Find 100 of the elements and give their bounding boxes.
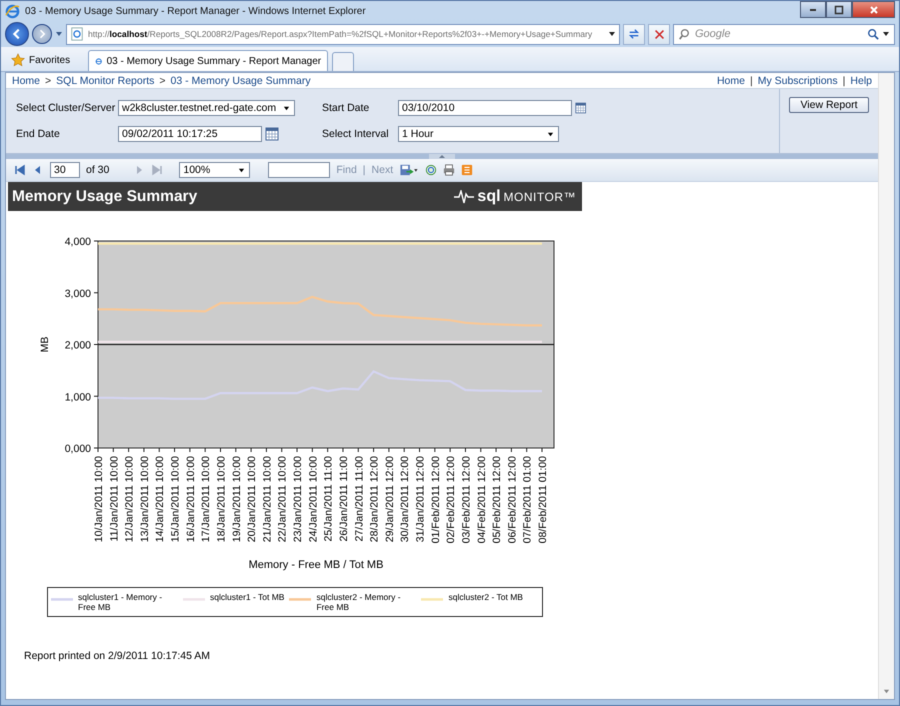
x-tick-label: 13/Jan/2011 10:00: [138, 456, 151, 542]
breadcrumb-link[interactable]: Home: [12, 74, 40, 86]
link-separator: |: [842, 74, 846, 86]
toolbar-separator: |: [362, 164, 366, 176]
x-tick-label: 16/Jan/2011 10:00: [184, 456, 197, 542]
dropdown-caret-icon[interactable]: [608, 30, 616, 38]
report-title: Memory Usage Summary: [12, 188, 198, 206]
minimize-button[interactable]: [800, 1, 826, 18]
x-tick-label: 02/Feb/2011 12:00: [445, 456, 458, 544]
x-tick-label: 24/Jan/2011 10:00: [307, 456, 320, 542]
star-icon: [11, 53, 25, 67]
refresh-button[interactable]: [623, 24, 645, 44]
stop-button[interactable]: [648, 24, 670, 44]
header-link[interactable]: Home: [716, 74, 745, 86]
close-button[interactable]: [852, 1, 895, 18]
page-count: of 30: [86, 164, 110, 176]
x-tick-label: 05/Feb/2011 12:00: [491, 456, 504, 544]
dropdown-caret-icon[interactable]: [882, 30, 890, 38]
x-tick-label: 06/Feb/2011 12:00: [506, 456, 518, 544]
search-box[interactable]: Google: [673, 24, 895, 44]
close-icon: [868, 4, 878, 14]
calendar-icon[interactable]: [265, 127, 279, 141]
legend-label: sqlcluster1 - Memory - Free MB: [78, 592, 164, 612]
caret-icon[interactable]: [55, 30, 63, 38]
parameter-label: Select Cluster/Server: [16, 102, 116, 114]
pulse-icon: [454, 190, 474, 204]
page-icon: [70, 27, 84, 41]
y-tick-label: 0,000: [64, 443, 91, 455]
x-tick-label: 20/Jan/2011 10:00: [246, 456, 258, 542]
refresh-arrows-icon: [628, 28, 640, 40]
logo-text: MONITOR™: [504, 190, 576, 204]
x-tick-label: 15/Jan/2011 10:00: [170, 456, 182, 542]
parameter-label: Select Interval: [321, 128, 390, 140]
x-tick-label: 29/Jan/2011 12:00: [384, 456, 396, 542]
date-field[interactable]: 03/10/2010: [398, 100, 572, 116]
legend-label: sqlcluster2 - Tot MB: [448, 592, 523, 602]
x-tick-label: 07/Feb/2011 01:00: [522, 456, 534, 544]
report-footer: Report printed on 2/9/2011 10:17:45 AM: [24, 650, 878, 662]
first-page-icon[interactable]: [14, 164, 26, 176]
collapse-handle[interactable]: [429, 154, 455, 159]
scroll-down-icon[interactable]: [883, 688, 890, 695]
header-link[interactable]: Help: [850, 74, 872, 86]
dropdown-caret-icon: [238, 166, 246, 174]
print-icon[interactable]: [443, 164, 456, 176]
maximize-button[interactable]: [826, 1, 852, 18]
x-tick-label: 08/Feb/2011 01:00: [537, 456, 549, 544]
x-tick-label: 27/Jan/2011 11:00: [353, 456, 366, 542]
window-title: 03 - Memory Usage Summary - Report Manager - Windows Internet Explorer: [25, 6, 367, 16]
header-link[interactable]: My Subscriptions: [758, 74, 838, 86]
minimize-icon: [810, 8, 816, 10]
parameter-label: Start Date: [321, 102, 370, 114]
refresh-icon[interactable]: [425, 164, 438, 176]
breadcrumb-link[interactable]: SQL Monitor Reports: [56, 74, 154, 86]
x-tick-label: 22/Jan/2011 10:00: [276, 456, 289, 542]
back-button[interactable]: [5, 22, 29, 46]
stop-icon: [654, 28, 664, 40]
x-tick-label: 25/Jan/2011 11:00: [322, 456, 335, 542]
x-tick-label: 23/Jan/2011 10:00: [292, 456, 304, 542]
maximize-icon: [834, 4, 844, 14]
export-icon[interactable]: [399, 164, 420, 176]
y-tick-label: 4,000: [64, 236, 91, 248]
breadcrumb-separator: >: [159, 74, 166, 86]
x-axis-title: Memory - Free MB / Tot MB: [248, 559, 384, 571]
forward-button[interactable]: [32, 24, 52, 44]
x-tick-label: 28/Jan/2011 12:00: [368, 456, 381, 542]
parameter-label: End Date: [16, 128, 61, 140]
breadcrumb-separator: >: [45, 74, 52, 86]
x-tick-label: 19/Jan/2011 10:00: [230, 456, 243, 542]
legend-label: sqlcluster2 - Memory - Free MB: [316, 592, 402, 612]
x-tick-label: 10/Jan/2011 10:00: [93, 456, 105, 542]
data-feed-icon[interactable]: [461, 164, 474, 176]
breadcrumb-link[interactable]: 03 - Memory Usage Summary: [170, 74, 311, 86]
y-tick-label: 3,000: [64, 288, 91, 300]
search-icon[interactable]: [867, 28, 879, 40]
y-tick-label: 1,000: [64, 391, 91, 404]
page-number-field[interactable]: 30: [50, 162, 80, 178]
dropdown-caret-icon: [283, 104, 290, 112]
browser-logo-icon: [5, 4, 20, 18]
favorites-button[interactable]: Favorites: [5, 49, 76, 71]
y-tick-label: 2,000: [64, 340, 91, 352]
scrollbar[interactable]: [878, 73, 894, 699]
calendar-icon[interactable]: [574, 101, 586, 115]
x-tick-label: 21/Jan/2011 10:00: [261, 456, 274, 542]
browser-tab[interactable]: 03 - Memory Usage Summary - Report Manager: [88, 50, 328, 71]
x-tick-label: 17/Jan/2011 10:00: [200, 456, 212, 542]
address-field[interactable]: http://localhost/Reports_SQL2008R2/Pages/Report.aspx?ItemPath=%2fSQL+Monitor+Reports%2f03+-+Memory+Usage+Summary: [66, 24, 620, 44]
dropdown[interactable]: w2k8cluster.testnet.red-gate.com: [118, 100, 295, 116]
x-tick-label: 12/Jan/2011 10:00: [124, 456, 136, 542]
x-tick-label: 26/Jan/2011 11:00: [338, 456, 350, 542]
find-field[interactable]: [268, 162, 330, 178]
legend-label: sqlcluster1 - Tot MB: [210, 592, 284, 602]
zoom-dropdown[interactable]: 100%: [179, 162, 250, 178]
x-tick-label: 30/Jan/2011 12:00: [399, 456, 412, 542]
x-tick-label: 03/Feb/2011 12:00: [460, 456, 472, 544]
y-axis-title: MB: [39, 336, 51, 352]
x-tick-label: 14/Jan/2011 10:00: [154, 456, 166, 542]
date-field[interactable]: 09/02/2011 10:17:25: [118, 126, 262, 142]
x-tick-label: 31/Jan/2011 12:00: [414, 456, 427, 542]
view-report-button[interactable]: View Report: [789, 97, 868, 113]
dropdown[interactable]: 1 Hour: [398, 126, 559, 142]
